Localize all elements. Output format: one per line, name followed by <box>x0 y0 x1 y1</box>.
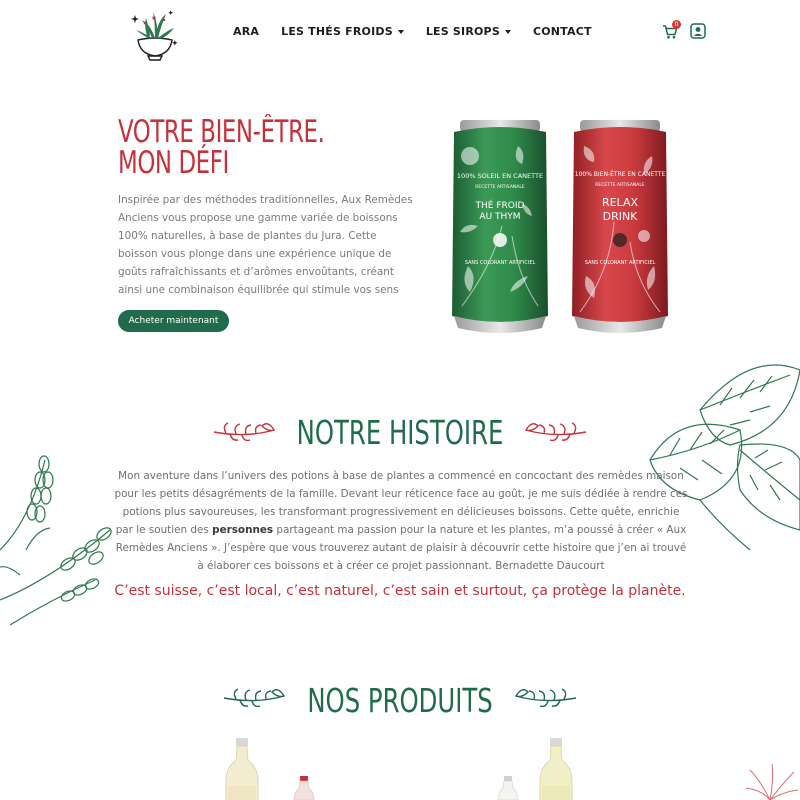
buy-now-button[interactable]: Acheter maintenant <box>118 310 229 332</box>
history-text-bold: personnes <box>212 524 274 536</box>
nav-item-label: LES SIROPS <box>425 25 500 38</box>
nav-item-contact[interactable]: CONTACT <box>533 25 592 38</box>
nav-item-label: ARA <box>233 25 260 38</box>
history-title: NOTRE HISTOIRE <box>0 410 800 456</box>
product-cans-image: 100% SOLEIL EN CANETTE RECETTE ARTISANAL… <box>452 120 668 333</box>
product-bottle-small-right[interactable] <box>496 776 520 800</box>
hero-paragraph: Inspirée par des méthodes traditionnelle… <box>118 194 413 296</box>
nav-item-thes-froids[interactable]: LES THÉS FROIDS <box>281 25 404 38</box>
cart-count-badge: 0 <box>672 20 681 29</box>
nav-item-label: LES THÉS FROIDS <box>281 25 393 38</box>
green-can-sub-text: RECETTE ARTISANALE <box>475 184 525 190</box>
product-bottle-small-left[interactable] <box>292 776 316 800</box>
account-button[interactable] <box>690 23 706 39</box>
green-can-top-text: 100% SOLEIL EN CANETTE <box>457 172 543 180</box>
flourish-right-icon <box>514 688 577 708</box>
cart-button[interactable]: 0 <box>662 20 681 40</box>
chevron-down-icon <box>397 30 404 34</box>
flower-illustration <box>745 763 799 800</box>
hero-title: VOTRE BIEN-ÊTRE. MON DÉFI <box>118 117 325 181</box>
nav-item-label: CONTACT <box>532 25 592 38</box>
red-can-side-text: SANS COLORANT ARTIFICIEL <box>585 260 656 266</box>
green-can-name-line1: THÉ FROID <box>475 199 525 211</box>
red-can: 100% BIEN-ÊTRE EN CANETTE RECETTE ARTISA… <box>572 120 668 333</box>
flourish-right-icon <box>524 422 587 442</box>
hero-title-line2: MON DÉFI <box>118 145 229 181</box>
history-slogan: C’est suisse, c’est local, c’est naturel… <box>114 583 686 599</box>
site-header: ARA LES THÉS FROIDS LES SIROPS CONTACT 0 <box>0 0 800 66</box>
main-nav: ARA LES THÉS FROIDS LES SIROPS CONTACT <box>233 25 614 38</box>
history-title-text: NOTRE HISTOIRE <box>296 413 504 452</box>
chevron-down-icon <box>504 30 511 34</box>
products-title-text: NOS PRODUITS <box>307 681 493 720</box>
nav-item-sirops[interactable]: LES SIROPS <box>426 25 511 38</box>
history-paragraph: Mon aventure dans l’univers des potions … <box>114 467 688 575</box>
product-bottle-right[interactable] <box>536 738 576 800</box>
logo-icon[interactable] <box>128 6 182 62</box>
green-can: 100% SOLEIL EN CANETTE RECETTE ARTISANAL… <box>452 120 548 333</box>
green-can-side-text: SANS COLORANT ARTIFICIEL <box>465 260 536 266</box>
red-can-name-line1: RELAX <box>602 196 638 209</box>
account-icon <box>690 23 706 39</box>
red-can-top-text: 100% BIEN-ÊTRE EN CANETTE <box>575 170 666 178</box>
product-bottle-left[interactable] <box>222 738 262 800</box>
lavender-illustration <box>0 455 112 626</box>
red-can-sub-text: RECETTE ARTISANALE <box>595 182 645 188</box>
products-title: NOS PRODUITS <box>0 678 800 724</box>
red-can-name-line2: DRINK <box>603 210 639 223</box>
green-can-name-line2: AU THYM <box>479 212 520 222</box>
nav-item-ara[interactable]: ARA <box>233 25 259 38</box>
